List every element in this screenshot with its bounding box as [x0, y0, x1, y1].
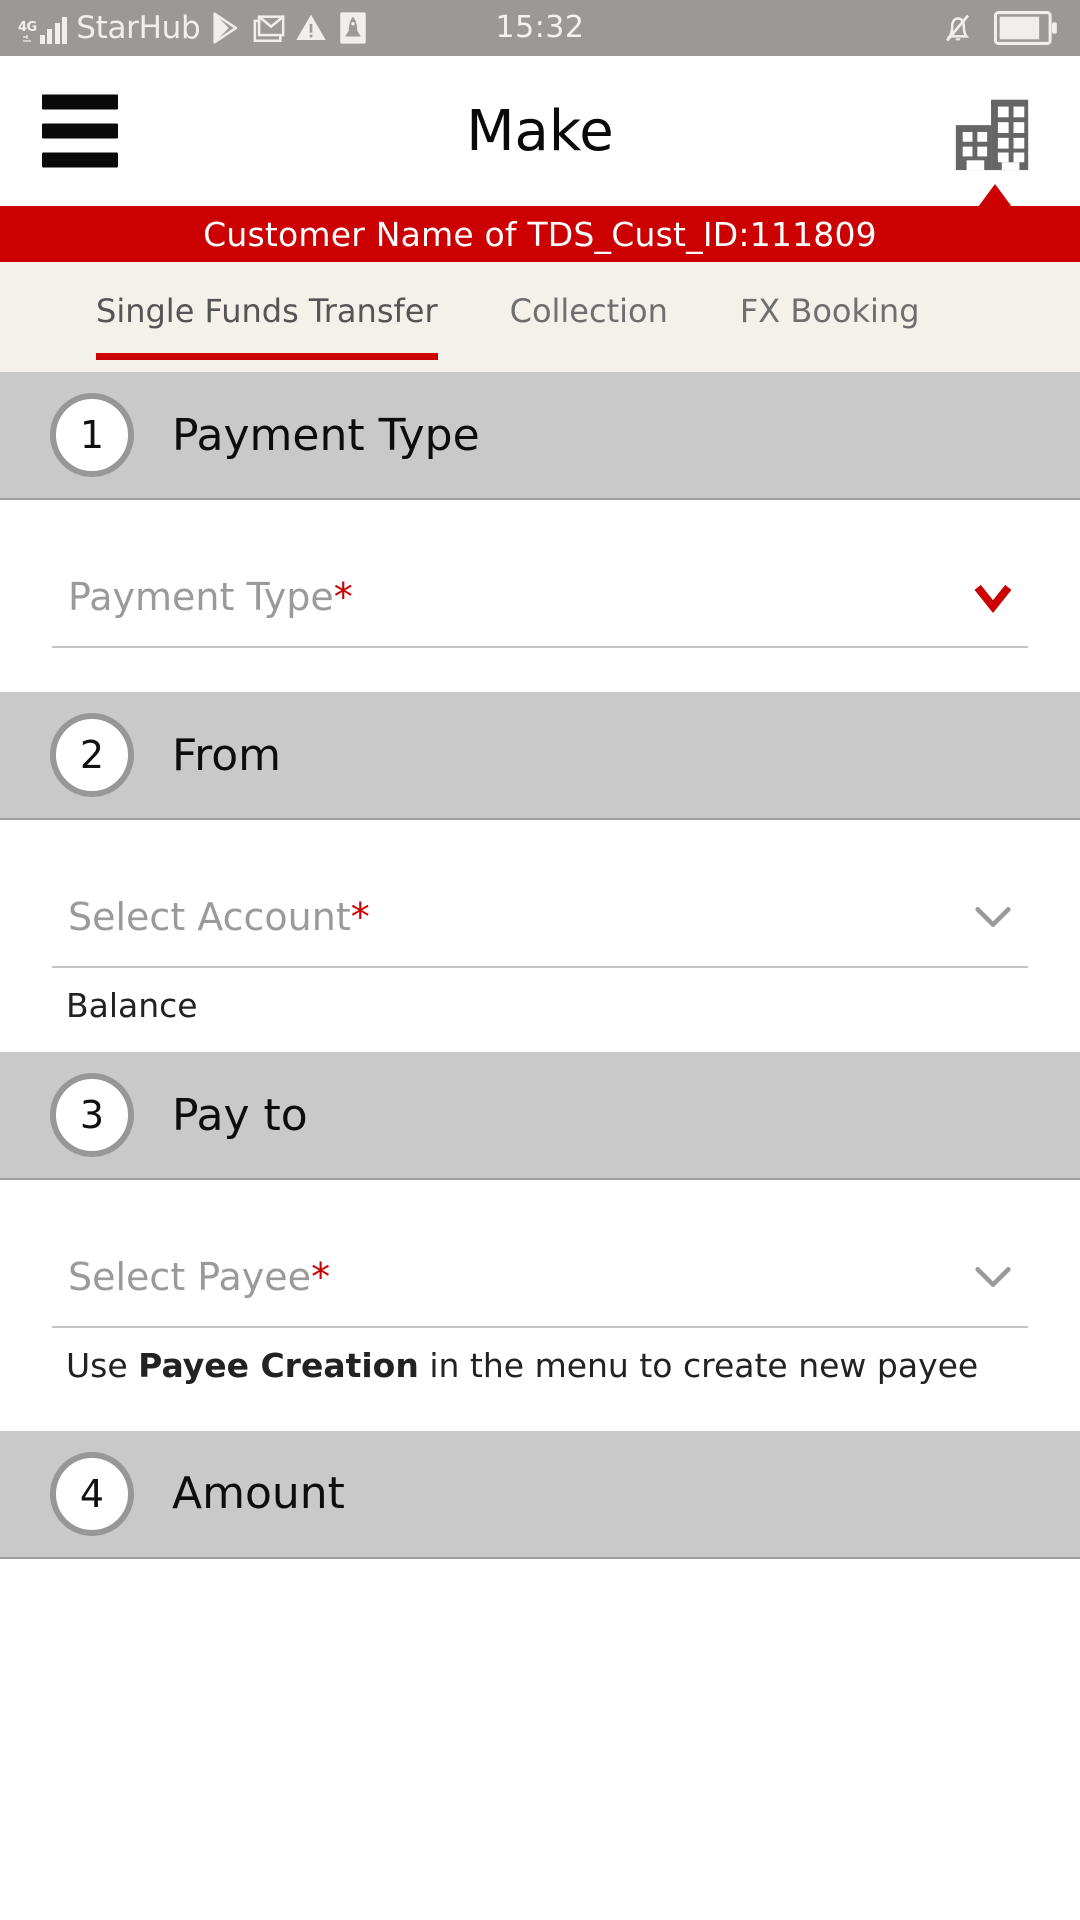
section-title: Payment Type	[172, 409, 480, 461]
tab-bar: Single Funds Transfer Collection FX Book…	[0, 262, 1080, 372]
step-number-badge: 2	[50, 713, 134, 797]
tab-fx-booking[interactable]: FX Booking	[740, 292, 920, 348]
chevron-down-icon[interactable]	[970, 894, 1016, 940]
account-balance-label: Balance	[66, 986, 198, 1025]
select-payee-select[interactable]: Select Payee*	[52, 1228, 1028, 1329]
payment-type-placeholder: Payment Type*	[68, 575, 353, 619]
section-title: Pay to	[172, 1089, 308, 1141]
payment-type-select[interactable]: Payment Type*	[52, 548, 1028, 648]
app-screen: 4G StarHub 15:32 Make Customer Name of T…	[0, 0, 1080, 1920]
tab-label: Single Funds Transfer	[96, 292, 438, 330]
section-header-amount: 4 Amount	[0, 1430, 1080, 1559]
select-account-select[interactable]: Select Account*	[52, 868, 1028, 968]
step-number-badge: 4	[50, 1451, 134, 1536]
select-payee-placeholder: Select Payee*	[68, 1255, 331, 1300]
chevron-down-icon[interactable]	[970, 574, 1016, 620]
battery-icon	[994, 11, 1057, 45]
section-title: Amount	[172, 1468, 345, 1519]
customer-banner-label: Customer Name of TDS_Cust_ID:111809	[203, 214, 877, 254]
section-body-payment-type: Payment Type*	[0, 548, 1080, 692]
bell-muted-icon	[946, 14, 970, 42]
section-body-from: Select Account* Balance	[0, 868, 1080, 1053]
building-icon[interactable]	[950, 88, 1036, 174]
hamburger-icon[interactable]	[42, 94, 118, 168]
customer-banner: Customer Name of TDS_Cust_ID:111809	[0, 184, 1080, 262]
status-bar-right	[938, 0, 1058, 56]
status-bar: 4G StarHub 15:32	[0, 0, 1080, 56]
payee-creation-emphasis: Payee Creation	[138, 1346, 419, 1386]
page-title: Make	[466, 98, 614, 164]
tab-active-underline	[96, 353, 438, 360]
tab-collection[interactable]: Collection	[510, 292, 668, 348]
step-number-badge: 3	[50, 1073, 134, 1158]
section-title: From	[172, 729, 282, 781]
section-header-pay-to: 3 Pay to	[0, 1052, 1080, 1181]
payee-creation-hint: Use Payee Creation in the menu to create…	[66, 1346, 979, 1386]
clock-label: 15:32	[495, 10, 585, 45]
app-header: Make	[0, 56, 1080, 206]
tab-label: FX Booking	[739, 292, 920, 330]
section-header-payment-type: 1 Payment Type	[0, 372, 1080, 500]
tab-single-funds-transfer[interactable]: Single Funds Transfer	[96, 292, 438, 360]
tab-label: Collection	[509, 292, 668, 330]
section-header-from: 2 From	[0, 692, 1080, 820]
banner-pointer-icon	[978, 184, 1012, 207]
step-number-badge: 1	[50, 393, 134, 477]
section-body-pay-to: Select Payee* Use Payee Creation in the …	[0, 1228, 1080, 1431]
chevron-down-icon[interactable]	[970, 1254, 1016, 1300]
select-account-placeholder: Select Account*	[68, 895, 370, 939]
